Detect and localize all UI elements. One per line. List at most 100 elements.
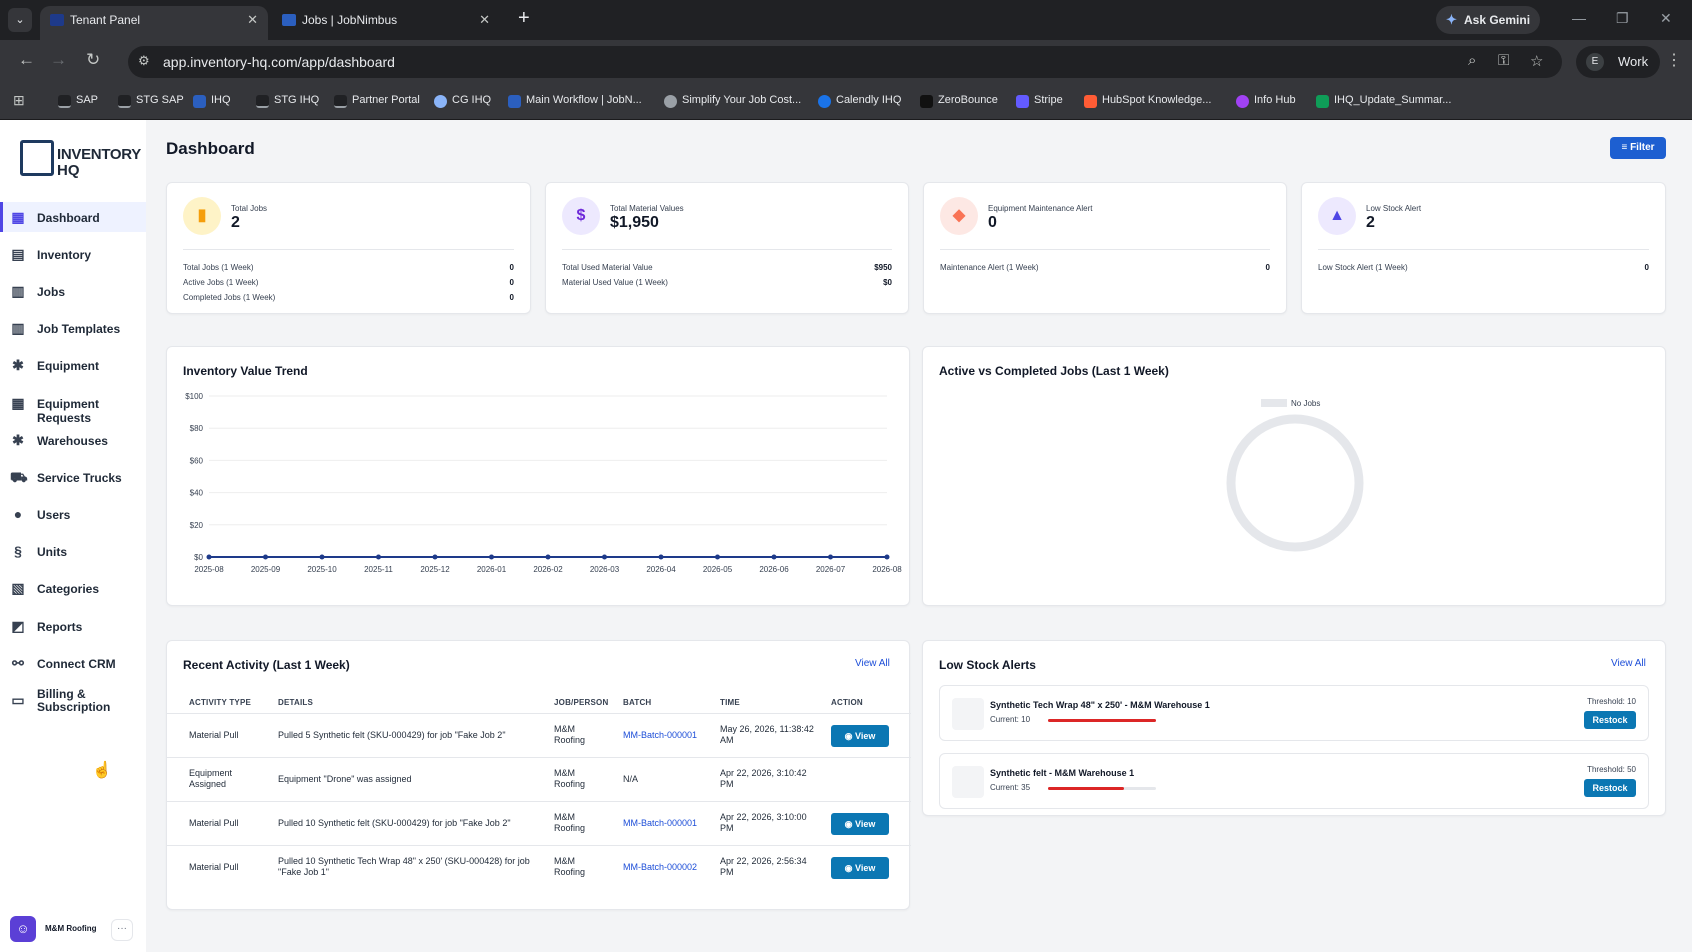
data-point bbox=[432, 554, 438, 560]
bookmark-item[interactable]: IHQ_Update_Summar... bbox=[1316, 94, 1451, 108]
data-point bbox=[658, 554, 664, 560]
batch-link[interactable]: MM-Batch-000001 bbox=[623, 730, 697, 741]
data-point bbox=[206, 554, 212, 560]
bookmark-item[interactable]: Partner Portal bbox=[334, 94, 420, 108]
site-info-icon[interactable]: ⚙ bbox=[138, 53, 150, 69]
tab-title: Tenant Panel bbox=[70, 13, 141, 27]
more-options-button[interactable]: ··· bbox=[111, 919, 133, 941]
divider bbox=[940, 249, 1270, 250]
sidebar-item-units[interactable]: § Units bbox=[0, 536, 146, 566]
reload-icon[interactable]: ↻ bbox=[86, 50, 100, 70]
bookmark-item[interactable]: Main Workflow | JobN... bbox=[508, 94, 642, 108]
tab-jobnimbus[interactable]: Jobs | JobNimbus ✕ bbox=[272, 6, 500, 40]
briefcase-icon: ▥ bbox=[11, 283, 25, 299]
y-tick-label: $40 bbox=[190, 489, 204, 498]
close-window-icon[interactable]: ✕ bbox=[1660, 10, 1672, 27]
app-logo[interactable]: INVENTORY HQ bbox=[20, 140, 141, 180]
close-tab-icon[interactable]: ✕ bbox=[247, 6, 258, 34]
batch-link[interactable]: MM-Batch-000001 bbox=[623, 818, 697, 829]
column-header: Activity Type bbox=[189, 698, 252, 707]
bookmark-item[interactable]: HubSpot Knowledge... bbox=[1084, 94, 1211, 108]
bookmarks-bar: SAP STG SAP IHQ STG IHQ Partner Portal C… bbox=[0, 84, 1692, 120]
stat-row: Active Jobs (1 Week) 0 bbox=[183, 278, 514, 287]
x-tick-label: 2026-07 bbox=[816, 565, 846, 574]
sidebar-item-reports[interactable]: ◩ Reports bbox=[0, 611, 146, 641]
stat-row: Total Jobs (1 Week) 0 bbox=[183, 263, 514, 272]
sidebar-item-warehouses[interactable]: ✱ Warehouses bbox=[0, 425, 146, 455]
address-bar[interactable]: ⚙ app.inventory-hq.com/app/dashboard ⌕ ⚿… bbox=[128, 46, 1562, 78]
sidebar-item-billing[interactable]: ▭ Billing & Subscription bbox=[0, 685, 146, 715]
minimize-icon[interactable]: — bbox=[1572, 10, 1586, 26]
profile-button[interactable]: E Work bbox=[1576, 46, 1660, 78]
bookmark-item[interactable]: Simplify Your Job Cost... bbox=[664, 94, 801, 108]
gemini-label: Ask Gemini bbox=[1464, 13, 1531, 27]
tab-title: Jobs | JobNimbus bbox=[302, 13, 398, 27]
view-button[interactable]: ◉ View bbox=[831, 725, 889, 747]
sidebar-item-dashboard[interactable]: ▦ Dashboard bbox=[0, 202, 146, 232]
view-all-link[interactable]: View All bbox=[1611, 658, 1646, 669]
sidebar-item-equipment[interactable]: ✱ Equipment bbox=[0, 350, 146, 380]
browser-tab-bar: ⌄ Tenant Panel ✕ Jobs | JobNimbus ✕ + ✦ … bbox=[0, 0, 1692, 40]
ask-gemini-button[interactable]: ✦ Ask Gemini bbox=[1436, 6, 1540, 34]
tab-tenant-panel[interactable]: Tenant Panel ✕ bbox=[40, 6, 268, 40]
request-icon: ▦ bbox=[11, 395, 25, 411]
legend-swatch bbox=[1261, 399, 1287, 407]
password-key-icon[interactable]: ⚿ bbox=[1498, 52, 1509, 69]
sidebar-item-service-trucks[interactable]: ⛟ Service Trucks bbox=[0, 462, 146, 492]
stock-level-fill bbox=[1048, 787, 1124, 790]
bookmark-icon bbox=[256, 95, 269, 108]
sidebar-item-inventory[interactable]: ▤ Inventory bbox=[0, 239, 146, 269]
stat-card-maintenance-alert: ◆ Equipment Maintenance Alert 0 Maintena… bbox=[923, 182, 1287, 314]
sidebar-item-categories[interactable]: ▧ Categories bbox=[0, 573, 146, 603]
x-tick-label: 2026-02 bbox=[533, 565, 563, 574]
app-root: INVENTORY HQ ▦ Dashboard ▤ Inventory ▥ Jobs… bbox=[0, 120, 1692, 952]
browser-menu-icon[interactable]: ⋮ bbox=[1666, 50, 1682, 70]
stat-label: Total Jobs bbox=[231, 204, 268, 213]
bookmark-item[interactable]: CG IHQ bbox=[434, 94, 491, 108]
warehouse-icon: ✱ bbox=[12, 432, 24, 448]
logo-line-2: HQ bbox=[57, 162, 80, 179]
new-tab-icon[interactable]: + bbox=[518, 7, 530, 30]
x-tick-label: 2026-01 bbox=[477, 565, 507, 574]
column-header: Time bbox=[720, 698, 740, 707]
bookmark-item[interactable]: Info Hub bbox=[1236, 94, 1296, 108]
bookmark-item[interactable]: IHQ bbox=[193, 94, 231, 108]
view-all-link[interactable]: View All bbox=[855, 658, 890, 669]
bookmark-item[interactable]: SAP bbox=[58, 94, 98, 108]
bookmark-item[interactable]: Stripe bbox=[1016, 94, 1063, 108]
stat-value: 2 bbox=[1366, 214, 1375, 231]
data-point bbox=[771, 554, 777, 560]
apps-grid-icon[interactable]: ⊞ bbox=[13, 92, 25, 109]
user-profile-row[interactable]: ☺ M&M Roofing ··· bbox=[10, 916, 136, 944]
tab-search-icon[interactable]: ⌄ bbox=[8, 8, 32, 32]
back-icon[interactable]: ← bbox=[18, 50, 35, 70]
bookmark-item[interactable]: ZeroBounce bbox=[920, 94, 998, 108]
batch-link[interactable]: MM-Batch-000002 bbox=[623, 862, 697, 873]
stat-card-low-stock: ▲ Low Stock Alert 2 Low Stock Alert (1 W… bbox=[1301, 182, 1666, 314]
filter-button[interactable]: ≡ Filter bbox=[1610, 137, 1666, 159]
forward-icon[interactable]: → bbox=[50, 50, 67, 70]
close-tab-icon[interactable]: ✕ bbox=[479, 6, 490, 34]
sidebar-item-users[interactable]: ● Users bbox=[0, 499, 146, 529]
restore-icon[interactable]: ❐ bbox=[1616, 10, 1629, 27]
view-button[interactable]: ◉ View bbox=[831, 813, 889, 835]
restock-button[interactable]: Restock bbox=[1584, 779, 1636, 797]
bookmark-item[interactable]: STG SAP bbox=[118, 94, 184, 108]
view-button[interactable]: ◉ View bbox=[831, 857, 889, 879]
billing-icon: ▭ bbox=[11, 692, 25, 708]
bookmark-item[interactable]: Calendly IHQ bbox=[818, 94, 901, 108]
zoom-icon[interactable]: ⌕ bbox=[1468, 52, 1476, 69]
sidebar-item-equipment-requests[interactable]: ▦ Equipment Requests bbox=[0, 388, 146, 425]
stat-row: Low Stock Alert (1 Week) 0 bbox=[1318, 263, 1649, 272]
bookmark-icon bbox=[193, 95, 206, 108]
bookmark-icon bbox=[508, 95, 521, 108]
template-icon: ▥ bbox=[11, 320, 25, 336]
restock-button[interactable]: Restock bbox=[1584, 711, 1636, 729]
sidebar-item-jobs[interactable]: ▥ Jobs bbox=[0, 276, 146, 306]
sidebar-item-job-templates[interactable]: ▥ Job Templates bbox=[0, 313, 146, 343]
tools-icon: ✱ bbox=[12, 357, 24, 373]
bookmark-item[interactable]: STG IHQ bbox=[256, 94, 319, 108]
item-current: Current: 10 bbox=[990, 715, 1031, 724]
sidebar-item-connect-crm[interactable]: ⚯ Connect CRM bbox=[0, 648, 146, 678]
bookmark-star-icon[interactable]: ☆ bbox=[1530, 52, 1543, 70]
